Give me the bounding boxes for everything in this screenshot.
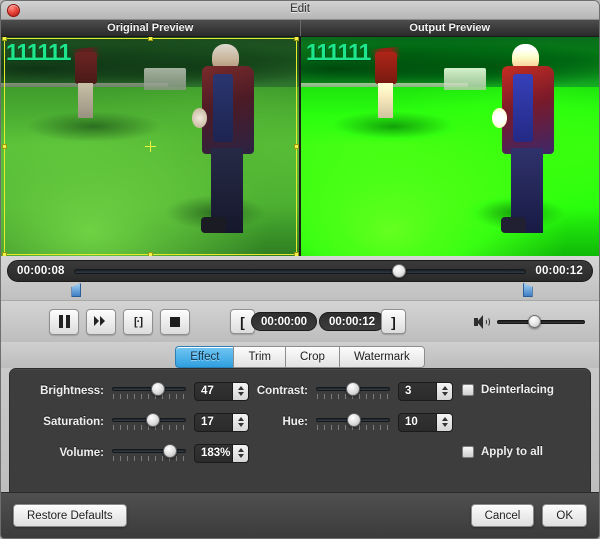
volume-effect-control: Volume: 183% (26, 443, 249, 463)
volume-control (474, 314, 585, 329)
preview-area: 111111 111111 (1, 37, 599, 256)
trim-start-time-field[interactable]: 00:00:00 (251, 312, 317, 331)
deinterlacing-checkbox-box[interactable] (462, 384, 474, 396)
trim-time-fields: [ 00:00:00 00:00:12 ] (230, 309, 406, 334)
brightness-slider-knob[interactable] (150, 382, 165, 396)
brightness-control: Brightness: 47 (26, 381, 249, 401)
stop-icon (170, 316, 180, 327)
volume-effect-slider[interactable] (112, 443, 186, 463)
hue-spinner-arrows[interactable] (436, 413, 452, 431)
contrast-control: Contrast: 3 (248, 381, 453, 401)
tab-crop[interactable]: Crop (285, 346, 339, 368)
fast-forward-icon (94, 316, 108, 327)
original-preview-label: Original Preview (107, 22, 194, 34)
volume-label: Volume: (59, 447, 104, 459)
hue-stepper[interactable]: 10 (398, 412, 453, 432)
timeline-bar: 00:00:08 00:00:12 (7, 260, 593, 282)
volume-effect-value: 183% (201, 447, 231, 459)
ok-button[interactable]: OK (542, 504, 587, 527)
dialog-footer: Restore Defaults Cancel OK (1, 492, 599, 538)
timeline-area: 00:00:08 00:00:12 (1, 256, 599, 300)
output-video-frame (301, 37, 599, 256)
fast-forward-button[interactable] (86, 308, 116, 335)
crop-center-crosshair-icon (144, 140, 156, 152)
contrast-slider[interactable] (316, 381, 390, 401)
restore-defaults-button[interactable]: Restore Defaults (13, 504, 127, 527)
tab-watermark[interactable]: Watermark (338, 346, 425, 368)
contrast-stepper[interactable]: 3 (398, 381, 453, 401)
contrast-value: 3 (405, 385, 412, 397)
window-title: Edit (290, 3, 310, 15)
saturation-value: 17 (201, 416, 214, 428)
cancel-button[interactable]: Cancel (470, 504, 535, 527)
crop-selection-rectangle[interactable] (2, 37, 299, 256)
brightness-slider[interactable] (112, 381, 186, 401)
effect-panel-area: Brightness: 47 Saturation: 17 Volume: 18… (1, 368, 599, 512)
transport-controls: [·] [ 00:00:00 00:00:12 ] (1, 300, 599, 342)
crop-handle-left-center[interactable] (2, 143, 7, 149)
volume-slider-knob[interactable] (528, 314, 542, 328)
brightness-label: Brightness: (40, 385, 104, 397)
crop-handle-top-left[interactable] (2, 37, 7, 41)
speaker-icon[interactable] (474, 314, 491, 329)
tab-bar: Effect Trim Crop Watermark (1, 342, 599, 368)
crop-handle-bottom-center[interactable] (147, 252, 153, 256)
hue-slider[interactable] (316, 412, 390, 432)
contrast-slider-knob[interactable] (346, 382, 360, 396)
edit-dialog-window: Edit Original Preview Output Preview 111… (0, 0, 600, 539)
volume-effect-slider-knob[interactable] (162, 444, 177, 458)
output-preview[interactable]: 111111 (299, 37, 599, 256)
volume-effect-stepper[interactable]: 183% (194, 443, 249, 463)
volume-spinner-arrows[interactable] (232, 444, 248, 462)
output-preview-label: Output Preview (299, 20, 600, 36)
timeline-total-time: 00:00:12 (535, 265, 583, 277)
timeline-current-time: 00:00:08 (17, 265, 65, 277)
effect-panel: Brightness: 47 Saturation: 17 Volume: 18… (9, 368, 591, 504)
snapshot-button[interactable]: [·] (123, 308, 153, 335)
tab-effect[interactable]: Effect (175, 346, 234, 368)
contrast-spinner-arrows[interactable] (436, 382, 452, 400)
output-video-watermark: 111111 (306, 39, 371, 65)
deinterlacing-checkbox[interactable]: Deinterlacing (462, 384, 554, 396)
crop-handle-top-center[interactable] (147, 37, 153, 41)
saturation-control: Saturation: 17 (26, 412, 249, 432)
saturation-spinner-arrows[interactable] (232, 413, 248, 431)
trim-end-marker[interactable] (522, 283, 533, 297)
saturation-slider-knob[interactable] (145, 413, 160, 427)
apply-to-all-checkbox[interactable]: Apply to all (462, 446, 543, 458)
brightness-stepper[interactable]: 47 (194, 381, 249, 401)
trim-marker-row (7, 282, 593, 299)
tab-trim[interactable]: Trim (233, 346, 285, 368)
hue-value: 10 (405, 416, 418, 428)
hue-control: Hue: 10 (248, 412, 453, 432)
trim-start-marker[interactable] (71, 283, 82, 297)
frame-icon: [·] (134, 315, 143, 328)
deinterlacing-label: Deinterlacing (481, 384, 554, 396)
timeline-scrubber[interactable] (73, 264, 527, 278)
stop-button[interactable] (160, 308, 190, 335)
timeline-playhead[interactable] (392, 264, 407, 278)
trim-end-time-field[interactable]: 00:00:12 (319, 312, 385, 331)
set-trim-end-button[interactable]: ] (381, 309, 406, 334)
saturation-slider[interactable] (112, 412, 186, 432)
crop-handle-bottom-left[interactable] (2, 252, 7, 256)
title-bar: Edit (1, 1, 599, 20)
original-preview[interactable]: 111111 (1, 37, 299, 256)
pause-button[interactable] (49, 308, 79, 335)
contrast-label: Contrast: (256, 385, 308, 397)
apply-to-all-checkbox-box[interactable] (462, 446, 474, 458)
preview-headers: Original Preview Output Preview (1, 20, 599, 37)
apply-to-all-label: Apply to all (481, 446, 543, 458)
hue-label: Hue: (282, 416, 308, 428)
saturation-stepper[interactable]: 17 (194, 412, 249, 432)
pause-icon (58, 315, 70, 328)
saturation-label: Saturation: (43, 416, 104, 428)
volume-slider[interactable] (497, 314, 585, 328)
brightness-spinner-arrows[interactable] (232, 382, 248, 400)
brightness-value: 47 (201, 385, 214, 397)
